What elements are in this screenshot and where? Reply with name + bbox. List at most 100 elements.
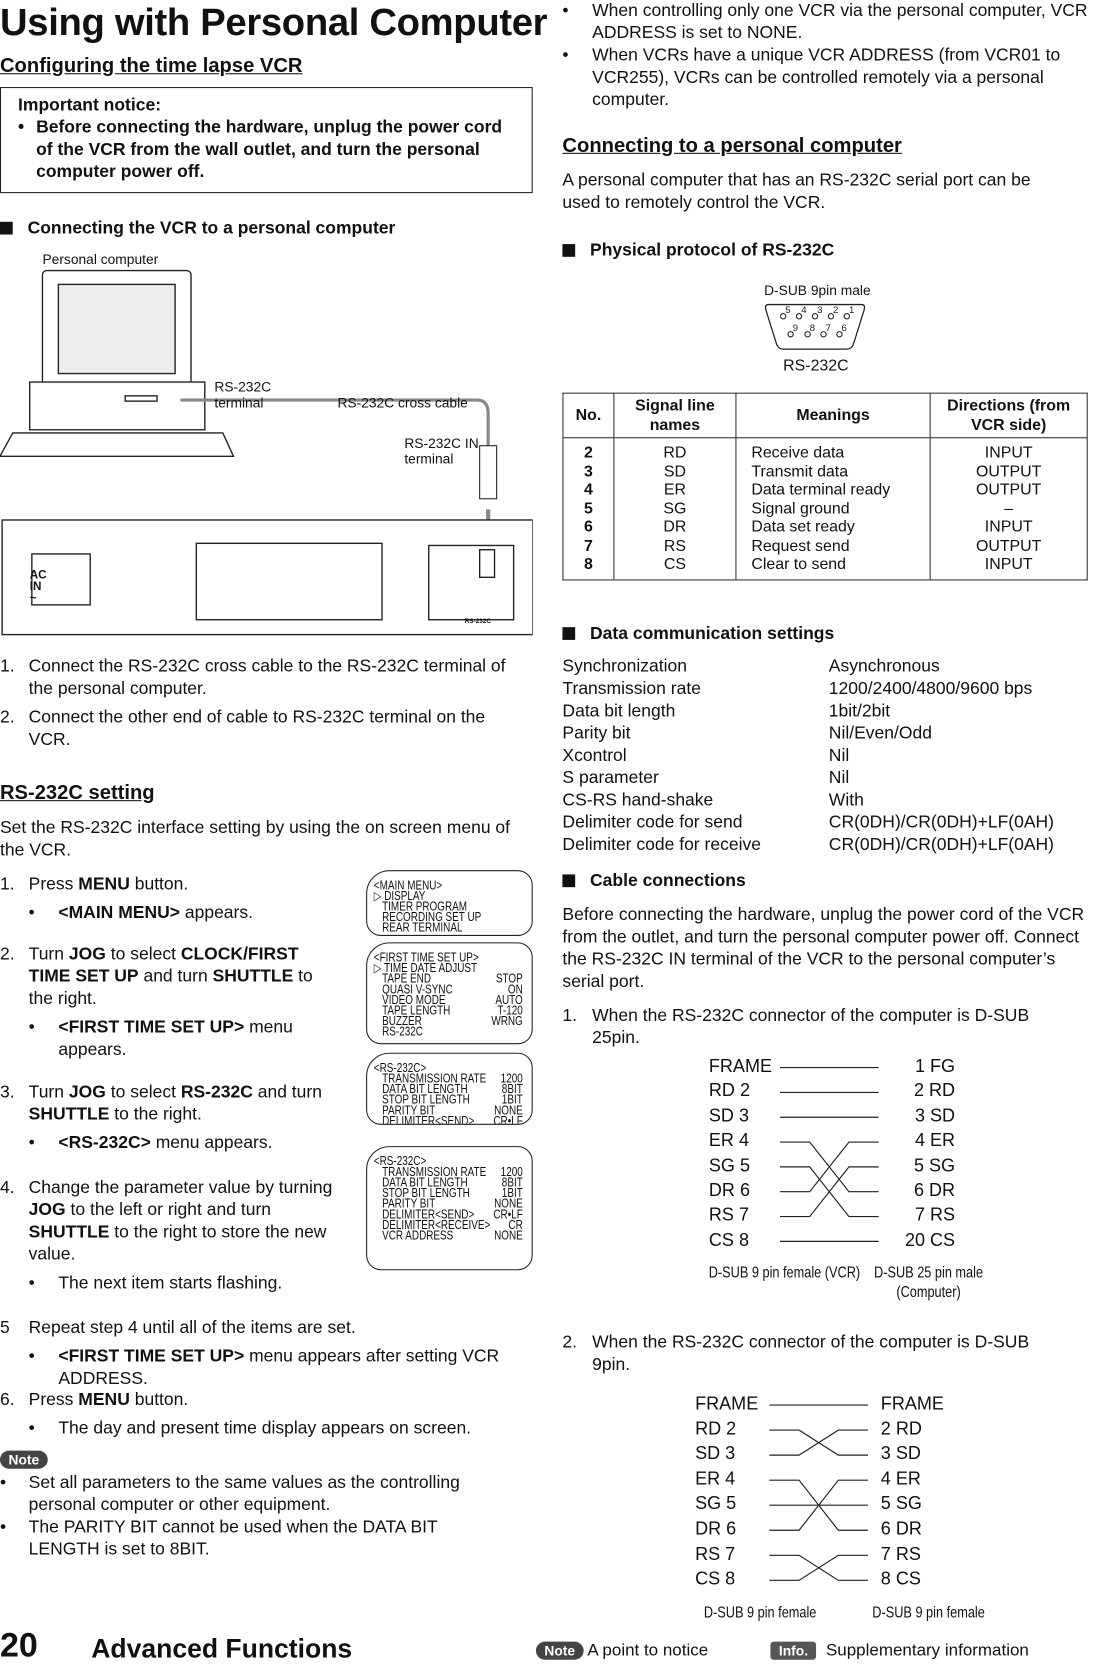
table-cell: – xyxy=(1004,499,1014,518)
col-header: Meanings xyxy=(735,392,931,439)
pin-right-label: 5 SG xyxy=(880,1493,922,1514)
section-title: Advanced Functions xyxy=(91,1634,353,1664)
cable-heading: Cable connections xyxy=(562,871,746,891)
pin-left-label: CS 8 xyxy=(708,1229,749,1250)
main-menu-screen: <MAIN MENU> ▷ DISPLAY TIMER PROGRAM RECOR… xyxy=(366,870,533,936)
pin-label: 7 xyxy=(826,323,831,334)
config-heading: Configuring the time lapse VCR xyxy=(0,55,303,78)
pin-label: 9 xyxy=(793,323,798,334)
pin-right-label: 1 FG xyxy=(914,1055,956,1077)
connect-steps: 1. Connect the RS-232C cross cable to the… xyxy=(0,656,531,752)
personal-computer-icon xyxy=(0,269,235,458)
table-cell: DR xyxy=(663,518,687,537)
pin-left-label: SD 3 xyxy=(695,1443,736,1464)
table-cell: RS xyxy=(663,536,686,555)
setting-row: Data bit length 1bit/2bit xyxy=(562,701,891,721)
in-terminal-label: RS-232C IN terminal xyxy=(404,435,479,467)
ac-in-label: AC IN ~ xyxy=(29,568,47,605)
table-cell: RD xyxy=(663,443,687,462)
table-cell: CS xyxy=(663,555,686,574)
pin-right-label: FRAME xyxy=(880,1393,944,1414)
table-cell: Request send xyxy=(751,536,850,555)
pin-left-label: CS 8 xyxy=(695,1568,736,1589)
connecting-text: A personal computer that has an RS-232C … xyxy=(562,170,1031,213)
left-caption: D-SUB 9 pin female (VCR) xyxy=(708,1264,861,1283)
setting-row: Parity bit Nil/Even/Odd xyxy=(562,723,932,743)
address-bullets: • When controlling only one VCR via the p… xyxy=(562,1,1088,110)
pin-label: 6 xyxy=(842,323,847,334)
page-title: Using with Personal Computer xyxy=(0,0,548,44)
cable-line xyxy=(180,398,491,536)
pin-right-label: 7 RS xyxy=(880,1543,921,1564)
pin-left-label: DR 6 xyxy=(695,1518,737,1539)
table-cell: OUTPUT xyxy=(975,480,1042,500)
setting-row: S parameter Nil xyxy=(562,768,850,788)
table-cell: Receive data xyxy=(751,443,845,462)
rs232c-menu-screen: <RS-232C> TRANSMISSION RATE 1200 DATA BIT… xyxy=(366,1052,533,1125)
table-cell: SG xyxy=(663,499,687,518)
pin-right-label: 4 ER xyxy=(880,1468,921,1489)
first-time-setup-screen: <FIRST TIME SET UP> ▷ TIME DATE ADJUST TA… xyxy=(366,942,533,1045)
pin-label: 5 xyxy=(785,305,790,316)
connect-vcr-heading: Connecting the VCR to a personal compute… xyxy=(0,219,396,239)
table-cell: OUTPUT xyxy=(975,536,1042,555)
wire xyxy=(769,1554,869,1581)
setting-row: Transmission rate 1200/2400/4800/9600 bps xyxy=(562,679,1033,699)
step-1: 1. Press MENU button. • <MAIN MENU> appear… xyxy=(0,874,253,923)
connect-step: Connect the other end of cable to RS-232… xyxy=(28,707,486,750)
important-notice: Important notice: • Before connecting the… xyxy=(0,87,533,194)
dsub-caption: RS-232C xyxy=(783,356,849,375)
table-cell: 2 xyxy=(584,443,593,462)
rs232c-menu-screen-full: <RS-232C> TRANSMISSION RATE 1200 DATA BIT… xyxy=(366,1146,533,1271)
step-4: 4. Change the parameter value by turning … xyxy=(0,1177,333,1293)
pin-right-label: 3 SD xyxy=(880,1443,921,1464)
pin-right-label: 6 DR xyxy=(913,1180,956,1201)
setting-intro: Set the RS-232C interface setting by usi… xyxy=(0,818,511,860)
pin-left-label: SG 5 xyxy=(708,1155,751,1176)
pin-right-label: 3 SD xyxy=(914,1105,956,1126)
protocol-heading: Physical protocol of RS-232C xyxy=(562,241,834,261)
table-cell: INPUT xyxy=(984,555,1033,574)
table-cell: ER xyxy=(663,480,686,500)
step-2: 2. Turn JOG to select CLOCK/FIRST TIME SE… xyxy=(0,944,313,1060)
notice-text: Before connecting the hardware, unplug t… xyxy=(36,117,503,182)
pin-right-label: 8 CS xyxy=(880,1568,921,1589)
table-cell: Signal ground xyxy=(751,499,850,518)
table-cell: INPUT xyxy=(984,518,1033,537)
comm-heading: Data communication settings xyxy=(562,624,834,644)
pin-left-label: RS 7 xyxy=(695,1543,736,1564)
table-cell: SD xyxy=(663,462,686,481)
step-5: 5 Repeat step 4 until all of the items ar… xyxy=(0,1318,500,1389)
notes: • Set all parameters to the same values a… xyxy=(0,1472,460,1559)
dsub-label: D-SUB 9pin male xyxy=(764,282,871,299)
rs232c-setting-heading: RS-232C setting xyxy=(0,782,155,805)
setting-row: Delimiter code for receive CR(0DH)/CR(0DH… xyxy=(562,835,1055,855)
pin-right-label: 5 SG xyxy=(913,1155,956,1176)
case-1: 1. When the RS-232C connector of the comp… xyxy=(562,1006,1030,1048)
menu-row: VCR ADDRESS NONE xyxy=(382,1227,523,1243)
table-cell: 7 xyxy=(584,536,593,555)
menu-row: REAR TERMINAL xyxy=(382,920,463,935)
col-header: Directions (from VCR side) xyxy=(929,392,1088,439)
table-cell: 6 xyxy=(584,518,593,537)
pin-right-label: 2 RD xyxy=(913,1080,956,1101)
pin-left-label: SG 5 xyxy=(695,1493,737,1514)
step-6: 6. Press MENU button. • The day and presen… xyxy=(0,1390,472,1438)
note-badge: Note xyxy=(0,1450,48,1470)
setting-row: Synchronization Asynchronous xyxy=(562,656,940,676)
pin-right-label: 2 RD xyxy=(880,1418,922,1439)
table-cell: Data set ready xyxy=(751,518,855,537)
pin-label: 8 xyxy=(810,323,815,334)
pin-left-label: ER 4 xyxy=(695,1468,736,1489)
pin-label: 2 xyxy=(833,305,838,316)
pin-left-label: ER 4 xyxy=(708,1130,749,1151)
setting-row: CS-RS hand-shake With xyxy=(562,790,864,810)
wiring-diagram-25pin: FRAME RD 2 SD 3 ER 4 SG 5 DR 6 RS 7 CS 8 1 FG 2 R… xyxy=(679,1055,997,1304)
table-cell: Data terminal ready xyxy=(751,480,891,500)
pin-left-label: RD 2 xyxy=(695,1418,737,1439)
left-caption: D-SUB 9 pin female xyxy=(703,1603,817,1622)
menu-row: DELIMITER<SEND> CR•LF xyxy=(382,1113,523,1125)
pin-left-label: RD 2 xyxy=(708,1080,750,1101)
rs232c-panel-label: RS-232C xyxy=(464,618,492,626)
wire xyxy=(769,1429,869,1456)
